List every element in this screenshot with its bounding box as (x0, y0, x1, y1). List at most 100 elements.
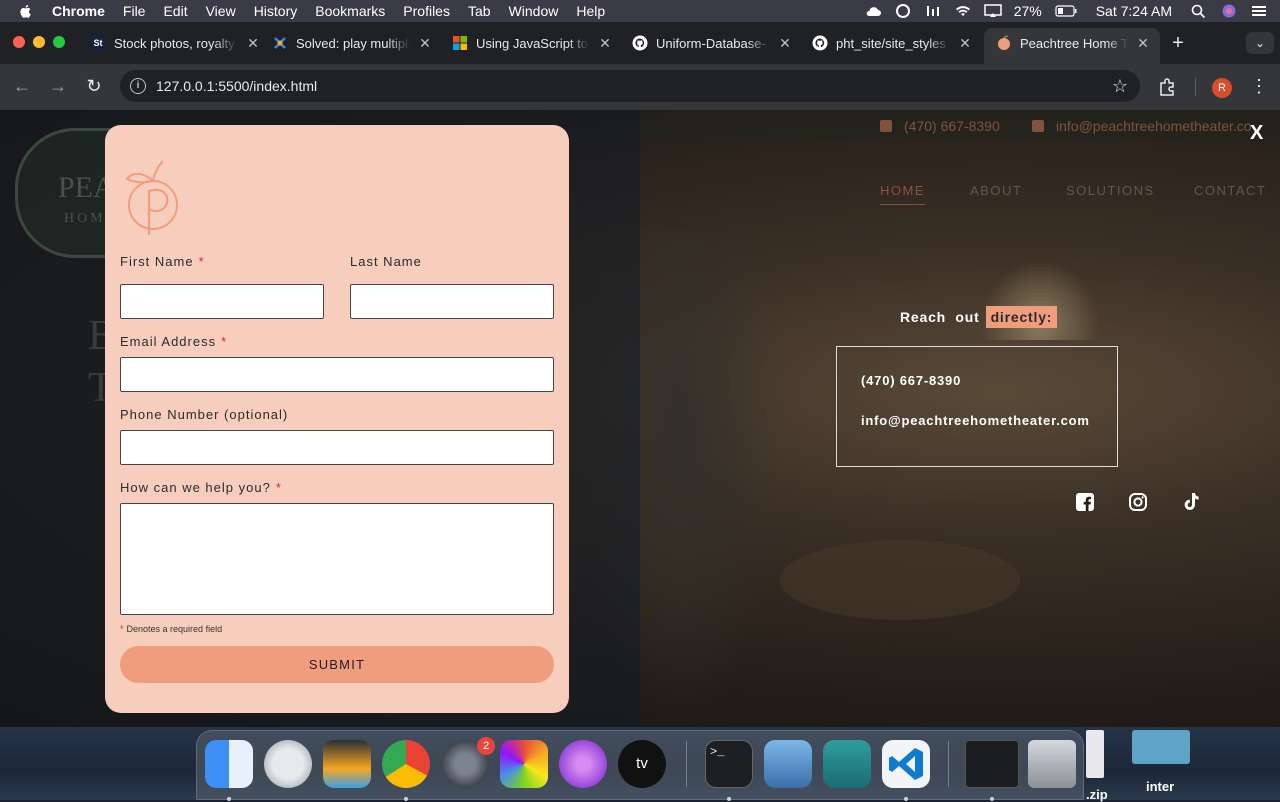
control-center-icon[interactable] (1250, 4, 1268, 18)
menu-edit[interactable]: Edit (163, 3, 187, 19)
bookmark-star-icon[interactable]: ☆ (1112, 76, 1128, 97)
nav-about[interactable]: ABOUT (970, 183, 1022, 198)
vscode-icon[interactable] (882, 740, 930, 788)
creative-cloud-icon[interactable] (894, 4, 912, 18)
tab-title: Peachtree Home Theater (1020, 35, 1128, 51)
menu-app-name[interactable]: Chrome (52, 3, 105, 19)
nav-home[interactable]: HOME (880, 183, 925, 205)
dock-divider (686, 741, 687, 787)
close-tab-icon[interactable]: ✕ (246, 35, 260, 52)
tab-search-button[interactable]: ⌄ (1246, 32, 1274, 54)
first-name-input[interactable] (120, 284, 324, 319)
terminal-icon[interactable]: >_ (705, 740, 753, 788)
back-button[interactable]: ← (12, 76, 32, 96)
tab-strip: St Stock photos, royalty-free images ✕ S… (0, 22, 1280, 64)
zoom-window-button[interactable] (53, 36, 65, 48)
mission-control-icon[interactable] (323, 740, 371, 788)
new-tab-button[interactable]: + (1168, 33, 1188, 53)
message-textarea[interactable] (120, 503, 554, 615)
close-window-button[interactable] (13, 36, 25, 48)
spotlight-search-icon[interactable] (1190, 4, 1208, 18)
contact-email-link[interactable]: info@peachtreehometheater.com (861, 413, 1090, 428)
preview-icon[interactable] (764, 740, 812, 788)
topbar-phone[interactable]: (470) 667-8390 (880, 118, 1000, 134)
submit-button[interactable]: SUBMIT (120, 646, 554, 683)
folder-icon[interactable] (1132, 730, 1190, 764)
close-tab-icon[interactable]: ✕ (418, 35, 432, 52)
trash-icon[interactable] (1028, 740, 1076, 788)
peach-favicon (996, 35, 1012, 51)
menu-help[interactable]: Help (576, 3, 605, 19)
zip-file-icon[interactable] (1086, 730, 1104, 778)
first-name-label-text: First Name (120, 254, 194, 269)
facebook-icon[interactable] (1075, 492, 1095, 512)
chrome-icon[interactable] (382, 740, 430, 788)
finder-icon[interactable] (205, 740, 253, 788)
instagram-icon[interactable] (1128, 492, 1148, 512)
chrome-menu-icon[interactable]: ⋮ (1250, 76, 1268, 97)
menu-bookmarks[interactable]: Bookmarks (315, 3, 385, 19)
filmora-icon[interactable] (823, 740, 871, 788)
extensions-puzzle-icon[interactable] (1158, 78, 1178, 96)
close-tab-icon[interactable]: ✕ (778, 35, 792, 52)
direct-contact-box: (470) 667-8390 info@peachtreehometheater… (836, 346, 1118, 467)
siri-icon[interactable] (1220, 4, 1238, 18)
required-asterisk: * (120, 624, 124, 634)
email-label-text: Email Address (120, 334, 217, 349)
menu-view[interactable]: View (206, 3, 236, 19)
menu-file[interactable]: File (123, 3, 146, 19)
launchpad-icon[interactable] (264, 740, 312, 788)
menubar-clock[interactable]: Sat 7:24 AM (1096, 3, 1172, 19)
topbar-email[interactable]: info@peachtreehometheater.co (1032, 118, 1252, 134)
reach-out-heading: Reach out directly: (900, 304, 1058, 329)
email-input[interactable] (120, 357, 554, 392)
site-info-icon[interactable]: i (130, 78, 146, 94)
screen-mirroring-icon[interactable] (983, 4, 1002, 18)
close-tab-icon[interactable]: ✕ (598, 35, 612, 52)
menu-profiles[interactable]: Profiles (403, 3, 450, 19)
forward-button[interactable]: → (48, 76, 68, 96)
battery-icon[interactable] (1054, 4, 1078, 18)
address-bar-url[interactable]: 127.0.0.1:5500/index.html (156, 78, 317, 94)
menu-window[interactable]: Window (509, 3, 559, 19)
phone-input[interactable] (120, 430, 554, 465)
apple-tv-icon[interactable]: tv (618, 740, 666, 788)
menu-tab[interactable]: Tab (468, 3, 491, 19)
tab-pht-site-styles[interactable]: pht_site/site_styles ✕ (812, 28, 972, 58)
tab-peachtree-home-theater[interactable]: Peachtree Home Theater ✕ (984, 28, 1160, 64)
cloud-icon[interactable] (864, 4, 882, 18)
terminal-window-thumbnail[interactable] (965, 740, 1019, 788)
tab-solved-play-multiple[interactable]: Solved: play multiple ✕ (272, 28, 432, 58)
tab-uniform-database[interactable]: Uniform-Database- ✕ (632, 28, 792, 58)
tab-title: Solved: play multiple (296, 35, 410, 51)
topbar-phone-text: (470) 667-8390 (904, 118, 1000, 134)
nav-contact[interactable]: CONTACT (1194, 183, 1266, 198)
tiktok-icon[interactable] (1181, 492, 1201, 512)
page-viewport: (470) 667-8390 info@peachtreehometheater… (0, 110, 1280, 727)
minimize-window-button[interactable] (33, 36, 45, 48)
apple-icon[interactable] (18, 3, 34, 19)
close-tab-icon[interactable]: ✕ (958, 35, 972, 52)
menu-history[interactable]: History (254, 3, 298, 19)
last-name-input[interactable] (350, 284, 554, 319)
contact-phone-link[interactable]: (470) 667-8390 (861, 373, 961, 388)
reach-prefix: Reach out (900, 308, 980, 325)
stats-icon[interactable] (924, 4, 942, 18)
microsoft-favicon (452, 35, 468, 51)
reload-button[interactable]: ↻ (84, 76, 104, 96)
menubar-status-area: 27% Sat 7:24 AM (864, 0, 1268, 22)
profile-avatar[interactable]: R (1212, 78, 1232, 98)
running-indicator (727, 797, 731, 801)
tab-stock-photos[interactable]: St Stock photos, royalty-free images ✕ (90, 28, 260, 58)
phone-label: Phone Number (optional) (120, 407, 289, 422)
close-modal-button[interactable]: X (1250, 122, 1263, 145)
tab-using-javascript[interactable]: Using JavaScript to ✕ (452, 28, 612, 58)
first-name-label: First Name * (120, 254, 205, 269)
nav-solutions[interactable]: SOLUTIONS (1066, 183, 1155, 198)
reach-highlight: directly: (985, 305, 1058, 328)
podcasts-icon[interactable] (559, 740, 607, 788)
address-bar[interactable]: i 127.0.0.1:5500/index.html ☆ (120, 70, 1140, 102)
pixelmator-icon[interactable] (500, 740, 548, 788)
close-tab-icon[interactable]: ✕ (1136, 35, 1150, 52)
wifi-icon[interactable] (954, 4, 972, 18)
